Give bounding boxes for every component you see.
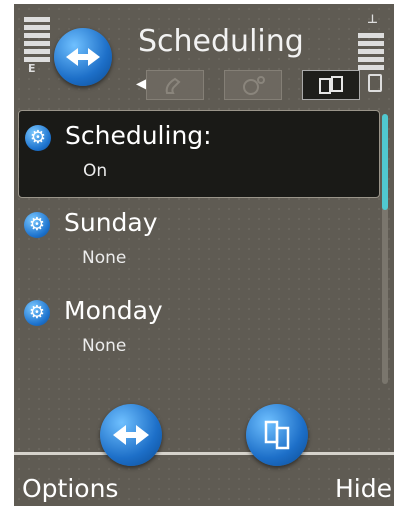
item-value: None bbox=[82, 336, 127, 356]
toolbar-divider bbox=[14, 452, 394, 455]
options-softkey[interactable]: Options bbox=[22, 474, 118, 503]
settings-icon: ⚙ bbox=[24, 212, 50, 238]
item-value: None bbox=[82, 248, 127, 268]
tab-phone[interactable] bbox=[146, 70, 204, 100]
phone-screen: E ⊥ Scheduling ◀ ⚙ Scheduling: On ⚙ Sund… bbox=[14, 4, 394, 506]
battery-level-indicator bbox=[358, 30, 384, 73]
schedule-list: ⚙ Scheduling: On ⚙ Sunday None ⚙ Monday … bbox=[18, 110, 380, 374]
battery-icon bbox=[368, 74, 382, 92]
tab-strip: ◀ bbox=[136, 70, 360, 102]
phone-switch-toolbar-icon[interactable] bbox=[246, 404, 308, 466]
item-value: On bbox=[83, 161, 108, 181]
signal-strength-indicator bbox=[24, 14, 50, 65]
sync-app-icon bbox=[54, 28, 112, 86]
page-title: Scheduling bbox=[138, 24, 304, 59]
hide-softkey[interactable]: Hide bbox=[335, 474, 392, 503]
item-label: Scheduling: bbox=[65, 121, 212, 150]
tab-sync[interactable] bbox=[302, 70, 360, 100]
settings-icon: ⚙ bbox=[25, 125, 51, 151]
scrollbar[interactable] bbox=[382, 114, 388, 384]
sync-icon bbox=[319, 76, 343, 94]
settings-icon: ⚙ bbox=[24, 300, 50, 326]
list-item-scheduling[interactable]: ⚙ Scheduling: On bbox=[18, 110, 380, 198]
list-item-monday[interactable]: ⚙ Monday None bbox=[18, 286, 380, 374]
scroll-thumb[interactable] bbox=[382, 114, 388, 210]
phone-icon bbox=[165, 77, 181, 94]
usb-connection-icon: ⊥ bbox=[367, 12, 378, 26]
network-mode-label: E bbox=[28, 62, 36, 75]
sync-toolbar-icon[interactable] bbox=[100, 404, 162, 466]
item-label: Sunday bbox=[64, 208, 158, 237]
list-item-sunday[interactable]: ⚙ Sunday None bbox=[18, 198, 380, 286]
camera-icon bbox=[243, 76, 265, 95]
item-label: Monday bbox=[64, 296, 163, 325]
tab-camera[interactable] bbox=[224, 70, 282, 100]
